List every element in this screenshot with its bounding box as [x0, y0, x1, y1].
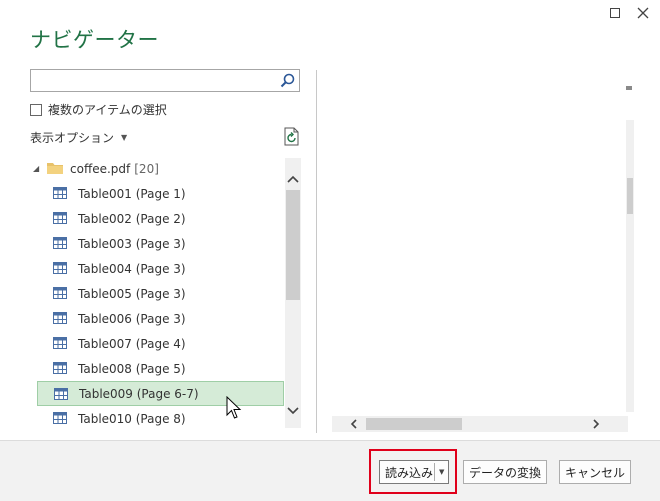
table-row[interactable]: Table002 (Page 2): [37, 206, 284, 231]
tree-vertical-scrollbar[interactable]: [285, 158, 301, 428]
table-icon: [53, 262, 67, 274]
table-row-label: Table007 (Page 4): [78, 336, 186, 351]
table-row[interactable]: Table006 (Page 3): [37, 306, 284, 331]
table-row-label: Table004 (Page 3): [78, 261, 186, 276]
transform-data-button[interactable]: データの変換: [463, 460, 547, 484]
preview-scroll-thumb[interactable]: [627, 178, 633, 214]
search-input[interactable]: [30, 69, 300, 92]
table-row[interactable]: Table008 (Page 5): [37, 356, 284, 381]
select-multiple-items[interactable]: 複数のアイテムの選択: [30, 101, 167, 118]
table-row[interactable]: Table010 (Page 8): [37, 406, 284, 431]
table-row-label: Table010 (Page 8): [78, 411, 186, 426]
split-divider: [434, 463, 435, 481]
load-button-label: 読み込み: [385, 465, 434, 480]
load-dropdown-icon[interactable]: ▼: [439, 468, 444, 476]
maximize-button[interactable]: [606, 4, 624, 22]
table-icon: [53, 287, 67, 299]
scroll-thumb[interactable]: [286, 190, 300, 300]
scroll-down-icon[interactable]: [285, 402, 301, 420]
folder-label: coffee.pdf [20]: [70, 162, 159, 176]
table-icon: [53, 412, 67, 424]
table-row-label: Table008 (Page 5): [78, 361, 186, 376]
maximize-icon: [610, 8, 620, 18]
table-icon: [53, 187, 67, 199]
display-options-label: 表示オプション: [30, 131, 115, 145]
close-icon: [637, 7, 649, 19]
dialog-title: ナビゲーター: [30, 28, 159, 52]
table-row[interactable]: Table003 (Page 3): [37, 231, 284, 256]
table-icon: [54, 388, 68, 400]
table-icon: [53, 337, 67, 349]
table-row[interactable]: Table009 (Page 6-7): [37, 381, 284, 406]
chevron-down-icon: ▼: [121, 133, 128, 142]
folder-count: [20]: [134, 161, 159, 176]
navigator-tree: ◢ coffee.pdf [20] Table001 (Page 1) Table0…: [30, 156, 300, 432]
table-row-label: Table003 (Page 3): [78, 236, 186, 251]
refresh-document-icon[interactable]: [283, 127, 301, 147]
select-multiple-label: 複数のアイテムの選択: [48, 103, 167, 117]
scroll-right-icon[interactable]: [588, 416, 604, 432]
table-row-label: Table001 (Page 1): [78, 186, 186, 201]
close-button[interactable]: [634, 4, 652, 22]
preview-horizontal-scrollbar[interactable]: [332, 416, 628, 432]
load-button[interactable]: 読み込み ▼: [379, 460, 449, 484]
select-multiple-checkbox[interactable]: [30, 103, 42, 116]
folder-node[interactable]: ◢ coffee.pdf [20]: [30, 156, 300, 181]
table-row-label: Table006 (Page 3): [78, 311, 186, 326]
table-row-label: Table002 (Page 2): [78, 211, 186, 226]
scroll-left-icon[interactable]: [346, 416, 362, 432]
preview-edge-mark: [626, 86, 632, 90]
mouse-cursor-icon: [226, 396, 242, 419]
search-icon[interactable]: [279, 72, 296, 89]
pane-divider[interactable]: [316, 70, 317, 433]
table-row-label: Table009 (Page 6-7): [79, 386, 199, 401]
folder-name: coffee.pdf: [70, 161, 131, 176]
table-icon: [53, 212, 67, 224]
scroll-up-icon[interactable]: [285, 170, 301, 188]
table-row[interactable]: Table004 (Page 3): [37, 256, 284, 281]
table-row[interactable]: Table007 (Page 4): [37, 331, 284, 356]
table-icon: [53, 237, 67, 249]
preview-vertical-scrollbar[interactable]: [626, 120, 634, 412]
collapse-arrow-icon[interactable]: ◢: [33, 164, 39, 173]
folder-icon: [47, 163, 63, 174]
table-icon: [53, 362, 67, 374]
table-row-label: Table005 (Page 3): [78, 286, 186, 301]
display-options-dropdown[interactable]: 表示オプション ▼: [30, 129, 127, 146]
table-row[interactable]: Table005 (Page 3): [37, 281, 284, 306]
table-row[interactable]: Table001 (Page 1): [37, 181, 284, 206]
preview-hscroll-thumb[interactable]: [366, 418, 462, 430]
cancel-button[interactable]: キャンセル: [559, 460, 631, 484]
table-icon: [53, 312, 67, 324]
